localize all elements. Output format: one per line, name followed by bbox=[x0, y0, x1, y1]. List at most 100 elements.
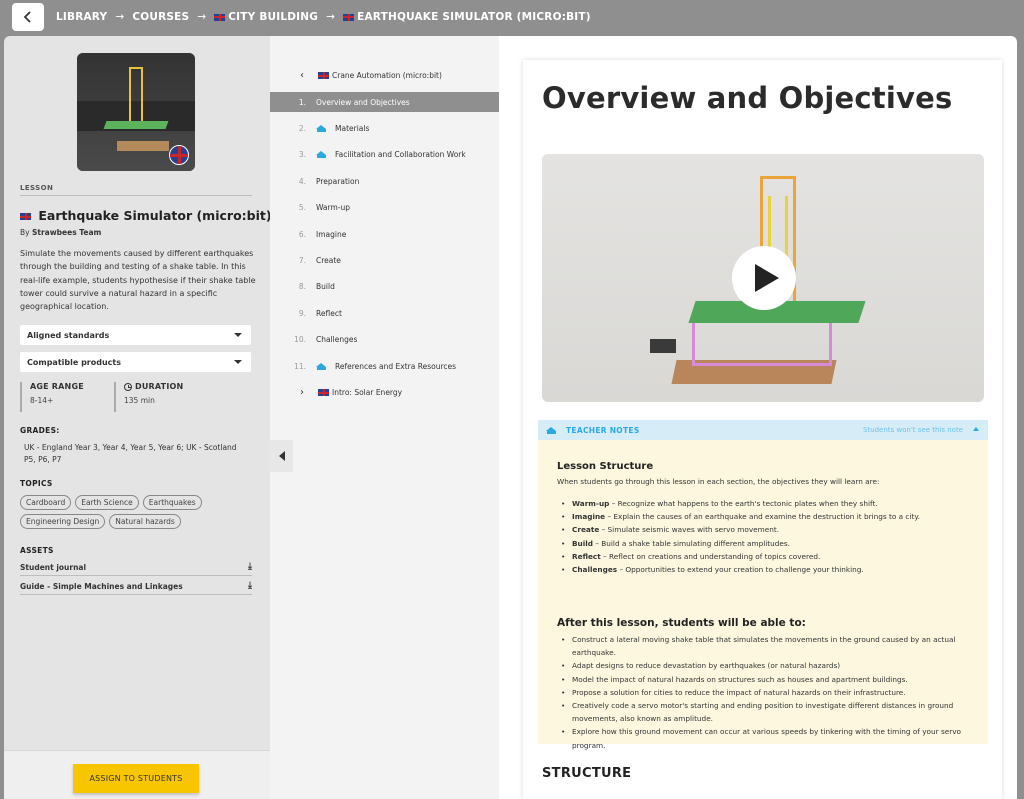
nav-item[interactable]: 2. Materials bbox=[270, 118, 499, 138]
age-range-value: 8-14+ bbox=[30, 396, 54, 405]
topic-chips: Cardboard Earth Science Earthquakes Enginee… bbox=[20, 495, 256, 529]
nav-item-number: 7. bbox=[298, 255, 306, 265]
topic-chip[interactable]: Cardboard bbox=[20, 495, 72, 510]
duration-label-text: DURATION bbox=[135, 382, 184, 391]
topic-chip[interactable]: Earthquakes bbox=[142, 495, 202, 510]
triangle-left-icon bbox=[278, 451, 285, 461]
nav-item-label: Create bbox=[316, 255, 341, 265]
nav-item-label: Preparation bbox=[316, 176, 360, 186]
nav-item-number: 5. bbox=[298, 203, 306, 213]
author-prefix: By bbox=[20, 228, 30, 237]
structure-term: Reflect bbox=[572, 551, 601, 561]
play-button[interactable] bbox=[732, 246, 796, 310]
uk-flag-icon bbox=[20, 213, 31, 220]
graduation-cap-icon bbox=[316, 124, 327, 132]
structure-text: – Simulate seismic waves with servo move… bbox=[599, 525, 780, 535]
top-bar: LIBRARY → COURSES → CITY BUILDING → EARTHQUAKE… bbox=[0, 0, 1024, 36]
chevron-right-icon: › bbox=[300, 387, 304, 398]
compatible-products-dropdown[interactable]: Compatible products bbox=[20, 352, 251, 372]
nav-item-label: Facilitation and Collaboration Work bbox=[335, 150, 466, 160]
breadcrumb-item[interactable]: LIBRARY bbox=[56, 11, 107, 23]
collapse-panel-button[interactable] bbox=[270, 440, 293, 472]
clock-icon bbox=[124, 382, 132, 391]
video-player[interactable] bbox=[542, 154, 984, 402]
nav-item[interactable]: 10. Challenges bbox=[270, 330, 499, 350]
dropdown-label: Compatible products bbox=[27, 357, 121, 367]
nav-item[interactable]: 3. Facilitation and Collaboration Work bbox=[270, 145, 499, 165]
nav-item[interactable]: 9. Reflect bbox=[270, 303, 499, 323]
topic-chip[interactable]: Natural hazards bbox=[109, 514, 181, 529]
nav-item[interactable]: 11. References and Extra Resources bbox=[270, 356, 499, 376]
after-lesson-heading: After this lesson, students will be able… bbox=[557, 617, 806, 629]
lesson-structure-intro: When students go through this lesson in … bbox=[557, 477, 880, 486]
breadcrumb-label: COURSES bbox=[132, 11, 190, 23]
caret-up-icon[interactable] bbox=[973, 427, 979, 431]
nav-item[interactable]: 4. Preparation bbox=[270, 171, 499, 191]
next-parent-label: Intro: Solar Energy bbox=[332, 388, 403, 397]
prev-parent-lesson[interactable]: ‹ Crane Automation (micro:bit) bbox=[300, 70, 442, 81]
aligned-standards-dropdown[interactable]: Aligned standards bbox=[20, 325, 251, 345]
next-parent-lesson[interactable]: › Intro: Solar Energy bbox=[300, 387, 402, 398]
nav-item[interactable]: 6. Imagine bbox=[270, 224, 499, 244]
nav-item-label: Challenges bbox=[316, 335, 358, 345]
duration-stat: DURATION 135 min bbox=[114, 382, 183, 412]
breadcrumb-item[interactable]: COURSES bbox=[132, 11, 189, 23]
lesson-info-panel: LESSON Earthquake Simulator (micro:bit) … bbox=[4, 36, 272, 799]
breadcrumb-separator: → bbox=[326, 11, 336, 23]
structure-item: Create – Simulate seismic waves with ser… bbox=[557, 523, 977, 536]
duration-label: DURATION bbox=[124, 382, 183, 391]
lesson-title-text: Earthquake Simulator (micro:bit) bbox=[38, 208, 272, 223]
section-label: LESSON bbox=[20, 184, 54, 192]
nav-item[interactable]: 8. Build bbox=[270, 277, 499, 297]
structure-text: – Explain the causes of an earthquake an… bbox=[605, 512, 920, 522]
asset-label: Guide - Simple Machines and Linkages bbox=[20, 581, 183, 591]
assign-footer: ASSIGN TO STUDENTS bbox=[4, 750, 270, 799]
nav-item-number: 9. bbox=[298, 308, 306, 318]
graduation-cap-icon bbox=[316, 151, 327, 159]
download-icon[interactable]: ⤓ bbox=[248, 581, 252, 591]
nav-item-label: References and Extra Resources bbox=[335, 361, 457, 371]
breadcrumb: LIBRARY → COURSES → CITY BUILDING → EARTHQUAKE… bbox=[56, 0, 591, 34]
play-icon bbox=[755, 264, 779, 292]
breadcrumb-label: LIBRARY bbox=[56, 11, 108, 23]
structure-item: Warm-up – Recognize what happens to the … bbox=[557, 497, 977, 510]
structure-item: Reflect – Reflect on creations and under… bbox=[557, 550, 977, 563]
breadcrumb-item[interactable]: CITY BUILDING bbox=[214, 11, 318, 23]
structure-item: Build – Build a shake table simulating d… bbox=[557, 537, 977, 550]
nav-item[interactable]: 7. Create bbox=[270, 250, 499, 270]
nav-item[interactable]: 1. Overview and Objectives bbox=[270, 92, 510, 112]
duration-value: 135 min bbox=[124, 396, 155, 405]
after-lesson-list: Construct a lateral moving shake table t… bbox=[557, 633, 977, 752]
graduation-cap-icon bbox=[546, 426, 557, 434]
caret-down-icon bbox=[234, 360, 242, 364]
teacher-notes-header[interactable]: TEACHER NOTES Students won't see this no… bbox=[538, 420, 988, 440]
asset-guide[interactable]: Guide - Simple Machines and Linkages ⤓ bbox=[20, 578, 252, 595]
breadcrumb-label: EARTHQUAKE SIMULATOR (MICRO:BIT) bbox=[357, 11, 591, 23]
back-button[interactable] bbox=[12, 3, 44, 31]
lesson-thumbnail bbox=[77, 53, 195, 171]
download-icon[interactable]: ⤓ bbox=[248, 562, 252, 572]
objective-item: Creatively code a servo motor's starting… bbox=[557, 699, 977, 725]
topic-chip[interactable]: Earth Science bbox=[75, 495, 139, 510]
uk-flag-icon bbox=[169, 145, 189, 165]
asset-student-journal[interactable]: Student journal ⤓ bbox=[20, 559, 252, 576]
structure-term: Create bbox=[572, 525, 600, 535]
structure-item: Imagine – Explain the causes of an earth… bbox=[557, 510, 977, 523]
objective-item: Model the impact of natural hazards on s… bbox=[557, 673, 977, 686]
structure-term: Warm-up bbox=[572, 499, 610, 508]
breadcrumb-item[interactable]: EARTHQUAKE SIMULATOR (MICRO:BIT) bbox=[343, 11, 591, 23]
asset-label: Student journal bbox=[20, 562, 87, 572]
topic-chip[interactable]: Engineering Design bbox=[20, 514, 106, 529]
nav-item-number: 2. bbox=[298, 123, 306, 133]
assign-to-students-button[interactable]: ASSIGN TO STUDENTS bbox=[73, 764, 199, 793]
nav-item-number: 10. bbox=[294, 335, 306, 345]
breadcrumb-separator: → bbox=[115, 11, 125, 23]
structure-item: Challenges – Opportunities to extend you… bbox=[557, 563, 977, 576]
objective-item: Propose a solution for cities to reduce … bbox=[557, 686, 977, 699]
age-range-stat: AGE RANGE 8-14+ bbox=[20, 382, 84, 412]
structure-term: Build bbox=[572, 538, 593, 548]
structure-term: Imagine bbox=[572, 512, 606, 522]
nav-item[interactable]: 5. Warm-up bbox=[270, 198, 499, 218]
objective-item: Explore how this ground movement can occ… bbox=[557, 725, 977, 751]
lesson-structure-heading: Lesson Structure bbox=[557, 461, 654, 472]
